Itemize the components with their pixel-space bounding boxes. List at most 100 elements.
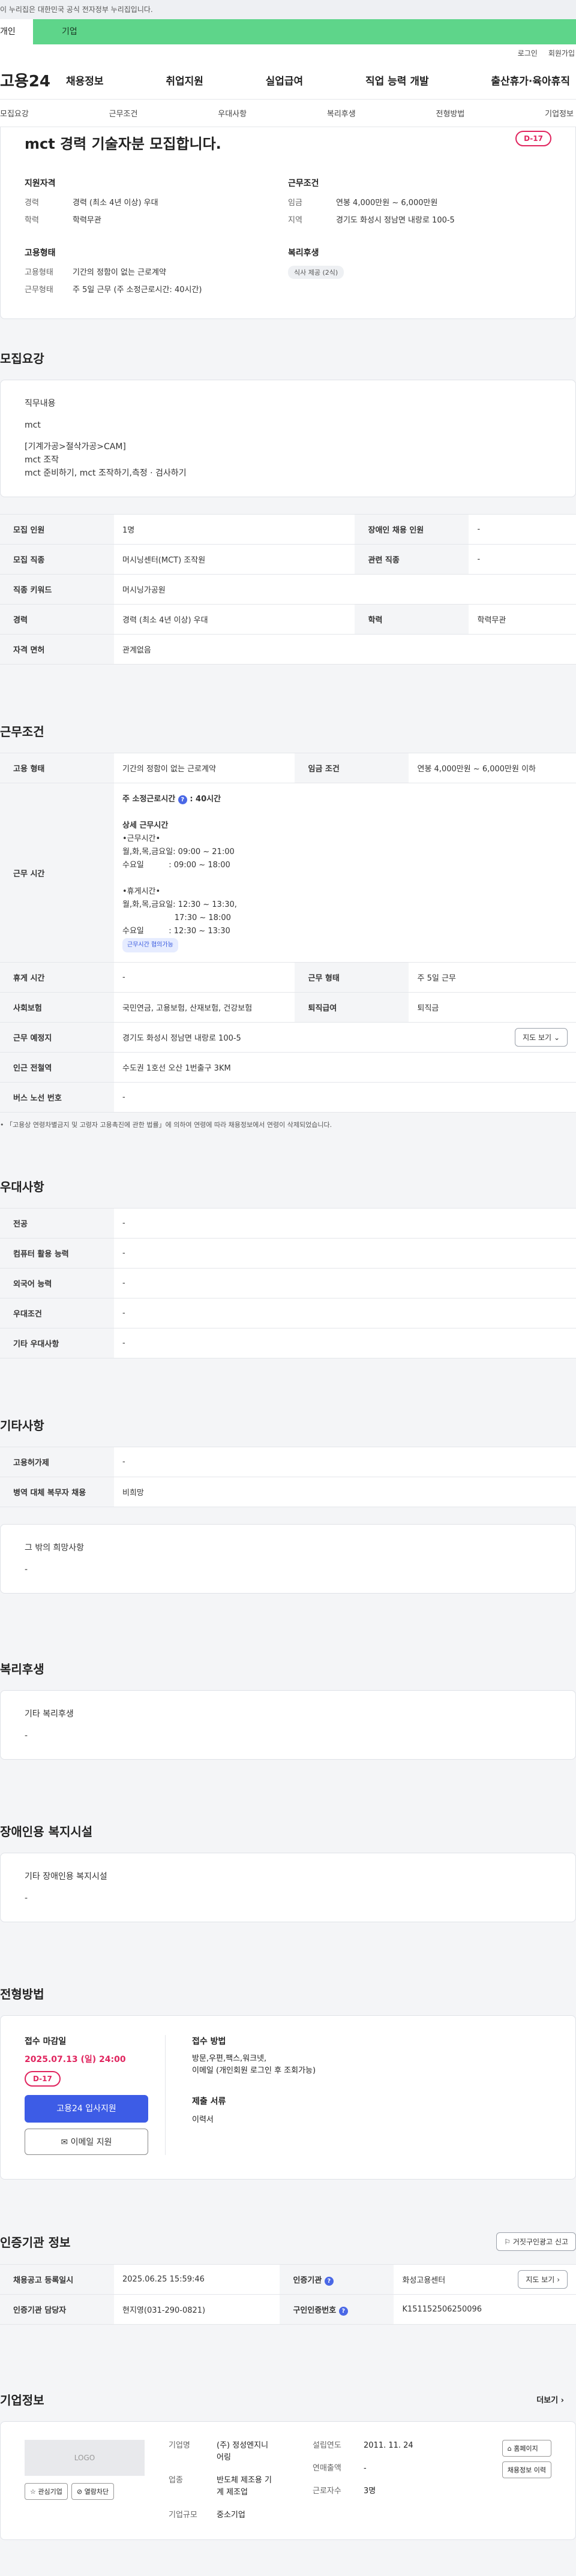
segment-company[interactable]: 기업: [33, 19, 576, 44]
cell-key: 경력: [0, 604, 114, 635]
summary-heading: 복리후생: [288, 248, 319, 258]
table-row: 경력 경력 (최소 4년 이상) 우대 학력 학력무관: [0, 604, 576, 635]
company-value: -: [364, 2464, 367, 2473]
mail-icon: ✉: [61, 2138, 68, 2147]
company-value: 3명: [364, 2487, 376, 2496]
cell-key: 관련 직종: [355, 544, 469, 575]
favorite-button[interactable]: ☆ 관심기업: [25, 2483, 68, 2500]
apply-email-button[interactable]: ✉ 이메일 지원: [25, 2129, 148, 2155]
summary-heading: 고용형태: [25, 248, 56, 258]
company-key: 연매출액: [313, 2464, 341, 2473]
gnb-item-training[interactable]: 직업 능력 개발: [365, 73, 429, 88]
homepage-label: 홈페이지: [514, 2445, 538, 2452]
summary-heading: 지원자격: [25, 179, 56, 188]
etc-title: 기타사항: [0, 1418, 44, 1433]
tab-apply[interactable]: 전형방법: [436, 107, 465, 119]
box-value: -: [25, 1893, 28, 1903]
company-key: 업종: [169, 2476, 183, 2485]
work-time-line: 17:30 ~ 18:00: [122, 913, 231, 922]
etc-table: 고용허가제 - 병역 대체 복무자 채용 비희망: [0, 1447, 576, 1507]
cell-value: -: [114, 1238, 576, 1269]
job-history-button[interactable]: 채용정보 이력: [502, 2461, 551, 2478]
method-value: 방문,우편,팩스,워크넷,: [192, 2054, 267, 2063]
cell-key: 인근 전철역: [0, 1052, 114, 1083]
cell-key: 퇴직급여: [295, 992, 409, 1023]
signup-link[interactable]: 회원가입: [548, 48, 575, 58]
work-time-line: 월,화,목,금요일: 12:30 ~ 13:30,: [122, 900, 237, 909]
table-row: 채용공고 등록일시 2025.06.25 15:59:46 인증기관 ? 화성고용센터…: [0, 2264, 576, 2295]
tab-company[interactable]: 기업정보: [545, 107, 574, 119]
summary-condition: 근무조건 임금 연봉 4,000만원 ~ 6,000만원 지역 경기도 화성시 정남…: [288, 177, 551, 231]
cell-key: 채용공고 등록일시: [0, 2264, 114, 2295]
duty-line: mct: [25, 420, 41, 430]
box-value: -: [25, 1731, 28, 1741]
work-table: 고용 형태 기간의 정함이 없는 근로계약 임금 조건 연봉 4,000만원 ~ 6,…: [0, 753, 576, 1113]
page-bottom-spacer: [0, 2540, 576, 2576]
cell-value: 주 5일 근무: [409, 962, 576, 993]
table-row: 고용 형태 기간의 정함이 없는 근로계약 임금 조건 연봉 4,000만원 ~ 6,…: [0, 753, 576, 783]
duty-line: mct 준비하기, mct 조작하기,측정 · 검사하기: [25, 468, 187, 478]
box-label: 기타 복리후생: [25, 1709, 74, 1719]
apply-email-label: 이메일 지원: [70, 2138, 112, 2147]
company-key: 기업규모: [169, 2511, 197, 2520]
block-button[interactable]: ⊘ 열람차단: [71, 2483, 115, 2500]
negotiable-badge: 근무시간 협의가능: [122, 938, 178, 952]
map-button[interactable]: 지도 보기 ›: [518, 2270, 568, 2289]
summary-key: 지역: [288, 216, 302, 225]
help-icon[interactable]: ?: [338, 2306, 348, 2316]
table-row: 외국어 능력 -: [0, 1268, 576, 1298]
gnb-item-jobs[interactable]: 채용정보: [66, 73, 104, 88]
cell-key: 임금 조건: [295, 753, 409, 783]
tab-welfare[interactable]: 복리후생: [327, 107, 356, 119]
chevron-right-icon: ›: [557, 2276, 560, 2284]
tab-pref[interactable]: 우대사항: [218, 107, 247, 119]
cell-value: 화성고용센터 지도 보기 ›: [394, 2264, 576, 2295]
login-link[interactable]: 로그인: [518, 48, 538, 58]
map-button-label: 지도 보기: [523, 1033, 552, 1042]
tab-recruit[interactable]: 모집요강: [0, 107, 29, 119]
summary-qualification: 지원자격 경력 경력 (최소 4년 이상) 우대 학력 학력무관: [25, 177, 288, 231]
tab-work[interactable]: 근무조건: [109, 107, 138, 119]
cell-key: 병역 대체 복무자 채용: [0, 1477, 114, 1507]
homepage-button[interactable]: ⌂ 홈페이지: [502, 2440, 551, 2457]
site-logo[interactable]: 고용24: [0, 69, 66, 91]
gnb-item-leave[interactable]: 출산휴가·육아휴직: [491, 73, 570, 88]
cell-key: 학력: [355, 604, 469, 635]
util-bar: 로그인 회원가입: [0, 44, 576, 61]
cell-value: -: [469, 514, 576, 545]
duty-line: mct 조작: [25, 455, 59, 465]
company-key: 근로자수: [313, 2487, 341, 2496]
cell-value: -: [114, 1447, 576, 1477]
gnb-menu: 채용정보 취업지원 실업급여 직업 능력 개발 출산휴가·육아휴직: [66, 73, 576, 88]
cell-key: 모집 직종: [0, 544, 114, 575]
cert-title: 인증기관 정보: [0, 2235, 71, 2250]
summary-key: 근무형태: [25, 285, 53, 294]
age-notice: 「고용상 연령차별금지 및 고령자 고용촉진에 관한 법률」에 의하여 연령에 …: [6, 1121, 332, 1129]
cell-value: 2025.06.25 15:59:46: [114, 2264, 280, 2295]
table-row: 컴퓨터 활용 능력 -: [0, 1238, 576, 1269]
cell-value: -: [114, 1298, 576, 1328]
cell-key: 근무 형태: [295, 962, 409, 993]
recruit-table: 모집 인원 1명 장애인 채용 인원 - 모집 직종 머시닝센터(MCT) 조작원 관련 …: [0, 514, 576, 665]
cell-value: 머시닝센터(MCT) 조작원: [114, 544, 355, 575]
table-row: 휴게 시간 - 근무 형태 주 5일 근무: [0, 962, 576, 993]
section-tabs: 모집요강 근무조건 우대사항 복리후생 전형방법 기업정보: [0, 100, 576, 127]
method-value: 이메일 (개인회원 로그인 후 조회가능): [192, 2066, 316, 2075]
member-segment: 개인 기업: [0, 19, 576, 44]
apply-online-button[interactable]: 고용24 입사지원: [25, 2095, 148, 2123]
work-time-line: 상세 근무시간: [122, 821, 169, 830]
summary-key: 학력: [25, 216, 39, 225]
help-icon[interactable]: ?: [178, 795, 187, 804]
summary-value: 경력 (최소 4년 이상) 우대: [73, 199, 158, 208]
help-icon[interactable]: ?: [324, 2276, 334, 2286]
cell-key: 근무 시간: [0, 783, 114, 963]
gnb-item-support[interactable]: 취업지원: [166, 73, 203, 88]
segment-personal[interactable]: 개인: [0, 19, 33, 44]
gnb-item-benefit[interactable]: 실업급여: [266, 73, 304, 88]
cell-value: -: [114, 962, 295, 993]
more-link[interactable]: 더보기 ›: [536, 2394, 576, 2405]
work-time-head-value: : 40시간: [190, 795, 221, 804]
report-button[interactable]: ⚐ 거짓구인광고 신고: [496, 2232, 576, 2251]
map-button[interactable]: 지도 보기 ⌄: [515, 1028, 568, 1047]
cell-value: -: [469, 544, 576, 575]
